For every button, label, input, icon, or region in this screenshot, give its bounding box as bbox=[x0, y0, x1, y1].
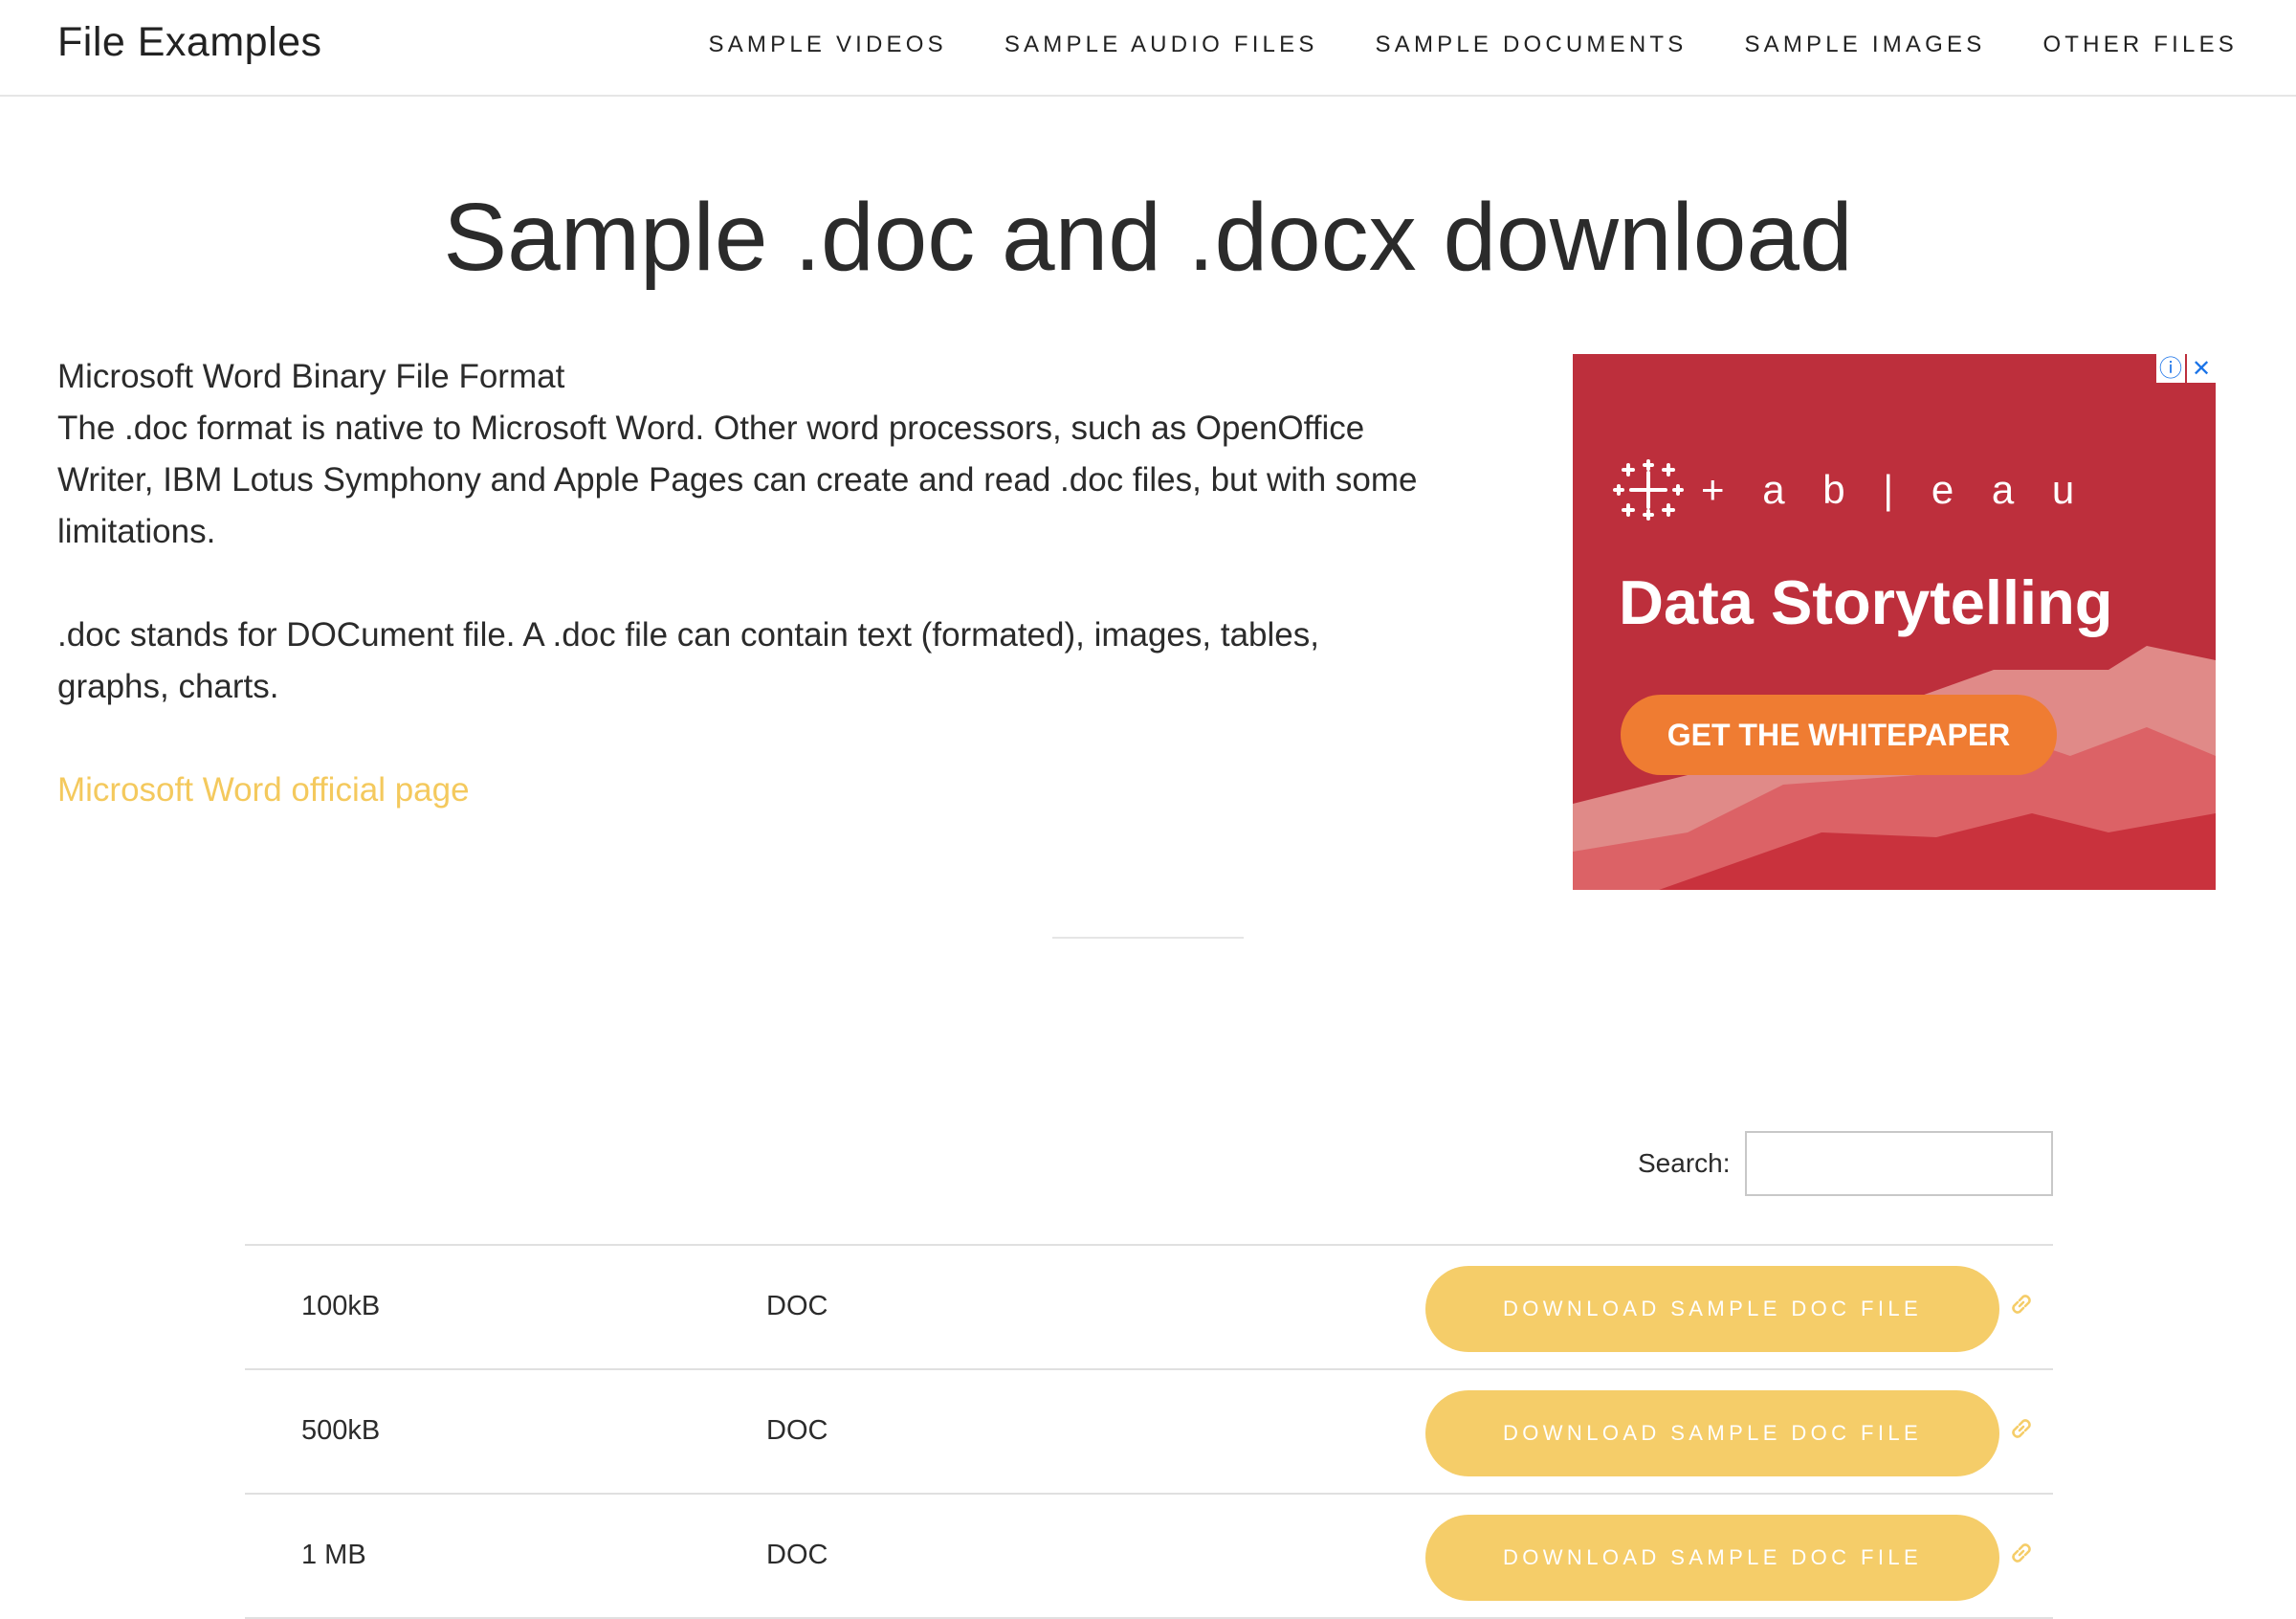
nav-other-files[interactable]: OTHER FILES bbox=[2042, 32, 2238, 58]
site-header: File Examples SAMPLE VIDEOS SAMPLE AUDIO… bbox=[0, 0, 2296, 97]
download-button[interactable]: DOWNLOAD SAMPLE DOC FILE bbox=[1425, 1266, 1999, 1352]
search-input[interactable] bbox=[1745, 1131, 2053, 1196]
intro-spacer bbox=[57, 713, 1492, 765]
main-nav: SAMPLE VIDEOS SAMPLE AUDIO FILES SAMPLE … bbox=[709, 32, 2239, 58]
download-button[interactable]: DOWNLOAD SAMPLE DOC FILE bbox=[1425, 1515, 1999, 1601]
ad-brand: + a b | e a u bbox=[1701, 467, 2088, 512]
link-icon[interactable] bbox=[2007, 1539, 2036, 1567]
nav-sample-images[interactable]: SAMPLE IMAGES bbox=[1744, 32, 1985, 58]
table-row: 100kB DOC DOWNLOAD SAMPLE DOC FILE bbox=[245, 1246, 2053, 1370]
files-table: 100kB DOC DOWNLOAD SAMPLE DOC FILE 500kB… bbox=[245, 1244, 2053, 1619]
tableau-ad[interactable]: ⓘ ✕ + a b | e a u Data Storytelling GET … bbox=[1573, 354, 2216, 890]
download-button[interactable]: DOWNLOAD SAMPLE DOC FILE bbox=[1425, 1390, 1999, 1476]
link-icon[interactable] bbox=[2007, 1414, 2036, 1443]
microsoft-word-official-link[interactable]: Microsoft Word official page bbox=[57, 771, 470, 809]
ad-headline: Data Storytelling bbox=[1619, 567, 2113, 637]
intro-section: Microsoft Word Binary File Format The .d… bbox=[57, 351, 1492, 816]
section-divider bbox=[1052, 937, 1244, 939]
tableau-logo: + a b | e a u bbox=[1613, 459, 2087, 521]
nav-sample-audio-files[interactable]: SAMPLE AUDIO FILES bbox=[1004, 32, 1318, 58]
table-row: 1 MB DOC DOWNLOAD SAMPLE DOC FILE bbox=[245, 1495, 2053, 1619]
intro-spacer bbox=[57, 558, 1492, 610]
file-type-cell: DOC bbox=[766, 1415, 828, 1446]
file-type-cell: DOC bbox=[766, 1291, 828, 1321]
info-icon[interactable]: ⓘ bbox=[2156, 354, 2185, 383]
intro-paragraph-2: .doc stands for DOCument file. A .doc fi… bbox=[57, 616, 1319, 705]
ad-controls: ⓘ ✕ bbox=[2156, 354, 2216, 383]
page-title: Sample .doc and .docx download bbox=[443, 184, 1853, 291]
get-whitepaper-button[interactable]: GET THE WHITEPAPER bbox=[1621, 695, 2057, 775]
tableau-cross-icon bbox=[1613, 459, 1684, 521]
table-row: 500kB DOC DOWNLOAD SAMPLE DOC FILE bbox=[245, 1370, 2053, 1495]
nav-sample-videos[interactable]: SAMPLE VIDEOS bbox=[709, 32, 947, 58]
intro-paragraph-1: The .doc format is native to Microsoft W… bbox=[57, 410, 1418, 550]
nav-sample-documents[interactable]: SAMPLE DOCUMENTS bbox=[1376, 32, 1688, 58]
search-label: Search: bbox=[1638, 1148, 1731, 1178]
file-size-cell: 500kB bbox=[301, 1415, 381, 1446]
close-icon[interactable]: ✕ bbox=[2187, 354, 2216, 383]
file-size-cell: 1 MB bbox=[301, 1540, 366, 1570]
site-title-link[interactable]: File Examples bbox=[57, 19, 322, 66]
intro-heading: Microsoft Word Binary File Format bbox=[57, 358, 565, 395]
link-icon[interactable] bbox=[2007, 1290, 2036, 1319]
file-type-cell: DOC bbox=[766, 1540, 828, 1570]
file-size-cell: 100kB bbox=[301, 1291, 381, 1321]
